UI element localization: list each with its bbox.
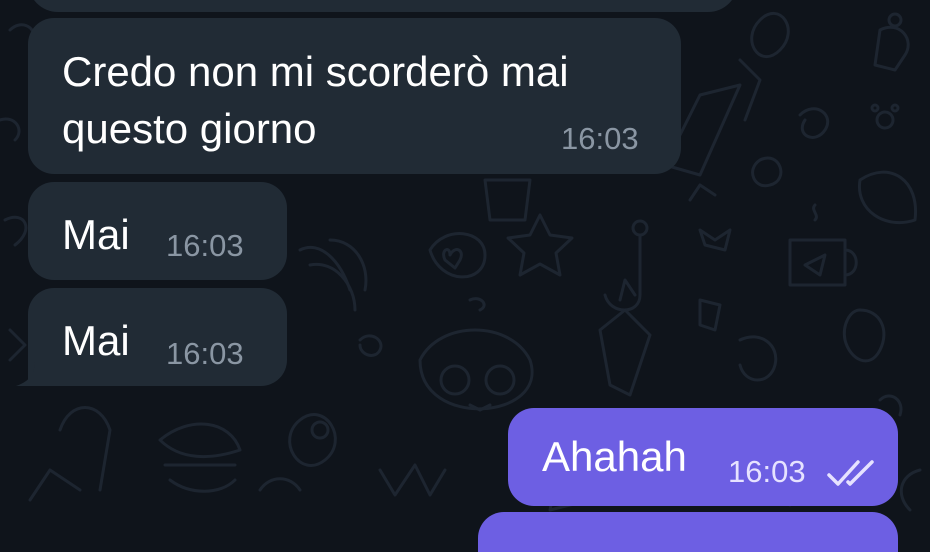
bubble-tail	[16, 362, 44, 386]
message-text-line: Mai	[62, 317, 130, 364]
message-timestamp: 16:03	[561, 121, 639, 156]
message-text-line: Ahahah	[542, 433, 687, 480]
message-bubble[interactable]: Credo non mi scorderò mai questo giorno …	[28, 18, 681, 174]
message-bubble[interactable]: Mai 16:03	[28, 182, 287, 280]
message-bubble-outgoing[interactable]: Ahahah 16:03	[508, 408, 898, 506]
double-check-icon	[827, 460, 874, 486]
message-timestamp: 16:03	[166, 336, 244, 371]
message-timestamp: 16:03	[166, 228, 244, 263]
message-bubble-next[interactable]	[478, 512, 898, 552]
message-text-line: Mai	[62, 211, 130, 258]
message-bubble-previous[interactable]	[28, 0, 738, 12]
message-timestamp: 16:03	[728, 454, 806, 489]
message-text-line: questo giorno	[62, 105, 317, 152]
message-bubble[interactable]: Mai 16:03	[28, 288, 287, 386]
message-text-line: Credo non mi scorderò mai	[62, 48, 569, 95]
